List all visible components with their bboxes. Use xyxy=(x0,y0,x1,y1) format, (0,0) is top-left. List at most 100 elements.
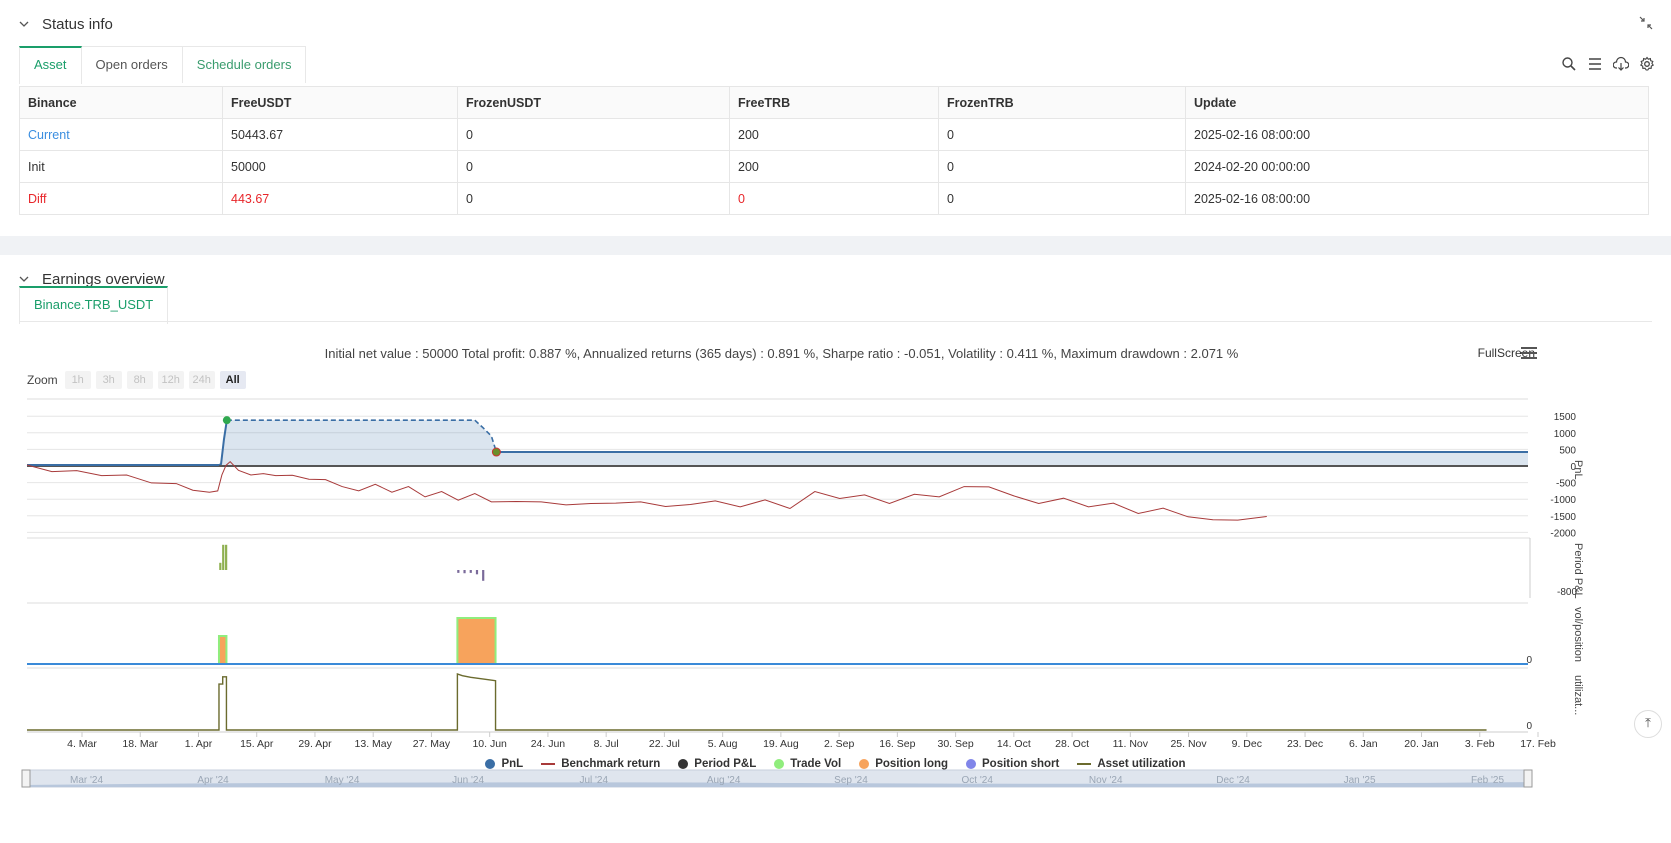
period-pnl-bar xyxy=(219,562,222,570)
x-tick-label: 20. Jan xyxy=(1404,738,1439,750)
table-cell: 0 xyxy=(938,150,1186,183)
sell-marker xyxy=(491,447,501,457)
pnl-line xyxy=(27,420,228,467)
navigator-tick-label: Nov '24 xyxy=(1089,775,1123,786)
benchmark-line xyxy=(26,460,1267,521)
collapse-arrows-icon[interactable] xyxy=(1639,16,1653,30)
position-long-block xyxy=(456,617,497,665)
navigator-handle-right xyxy=(1523,769,1533,788)
legend-position-short[interactable]: Position short xyxy=(966,758,1059,770)
legend-pnl[interactable]: PnL xyxy=(485,758,523,770)
x-tick-label: 13. May xyxy=(355,738,393,750)
y-tick-label: 1000 xyxy=(1554,429,1577,440)
table-cell: 0 xyxy=(457,182,730,215)
x-tick-label: 10. Jun xyxy=(472,738,507,750)
navigator-tick-label: Mar '24 xyxy=(70,775,103,786)
x-tick-label: 9. Dec xyxy=(1232,738,1262,750)
y-tick-label: -1500 xyxy=(1550,512,1576,523)
y-tick-label: 500 xyxy=(1559,445,1576,456)
table-cell: 0 xyxy=(938,118,1186,151)
col-header: FreeUSDT xyxy=(222,86,458,119)
x-tick-label: 22. Jul xyxy=(649,738,680,750)
x-tick-label: 5. Aug xyxy=(708,738,738,750)
y-axis-title: utilizat... xyxy=(1572,675,1584,715)
x-tick-label: 17. Feb xyxy=(1520,738,1556,750)
legend-period-pnl[interactable]: Period P&L xyxy=(678,758,756,770)
gear-icon[interactable] xyxy=(1639,56,1655,72)
col-header: Binance xyxy=(19,86,223,119)
navigator-tick-label: Jun '24 xyxy=(452,775,484,786)
table-row: Init 50000 0 200 0 2024-02-20 00:00:00 xyxy=(19,150,1649,183)
table-cell: 200 xyxy=(729,150,939,183)
table-row: Current 50443.67 0 200 0 2025-02-16 08:0… xyxy=(19,118,1649,151)
earnings-chart[interactable]: 150010005000-500-1000-1500-2000PnL-800Pe… xyxy=(0,255,1671,843)
status-info-panel: Status info Asset Open orders Schedule o… xyxy=(0,0,1671,236)
x-tick-label: 19. Aug xyxy=(763,738,799,750)
legend-asset-utilization[interactable]: Asset utilization xyxy=(1077,758,1186,770)
list-icon[interactable] xyxy=(1587,56,1603,72)
period-pnl-bar xyxy=(225,544,228,570)
y-tick-label: -1000 xyxy=(1550,495,1576,506)
period-pnl-bar xyxy=(457,570,460,573)
legend-trade-vol[interactable]: Trade Vol xyxy=(774,758,841,770)
x-tick-label: 27. May xyxy=(413,738,451,750)
table-cell: 2024-02-20 00:00:00 xyxy=(1185,150,1649,183)
x-tick-label: 8. Jul xyxy=(594,738,619,750)
tab-asset[interactable]: Asset xyxy=(19,46,82,84)
pnl-area xyxy=(27,420,1528,466)
x-tick-label: 28. Oct xyxy=(1055,738,1089,750)
period-pnl-bar xyxy=(222,544,225,570)
navigator-tick-label: Sep '24 xyxy=(834,775,868,786)
navigator-tick-label: Jan '25 xyxy=(1344,775,1376,786)
navigator-tick-label: May '24 xyxy=(325,775,360,786)
tab-open-orders[interactable]: Open orders xyxy=(81,46,183,83)
period-pnl-bar xyxy=(482,570,485,581)
x-tick-label: 11. Nov xyxy=(1113,738,1149,750)
table-cell: 0 xyxy=(457,150,730,183)
x-tick-label: 1. Apr xyxy=(185,738,213,750)
table-toolbar xyxy=(1561,56,1655,72)
x-tick-label: 15. Apr xyxy=(240,738,274,750)
legend-position-long[interactable]: Position long xyxy=(859,758,948,770)
table-row: Diff 443.67 0 0 0 2025-02-16 08:00:00 xyxy=(19,182,1649,215)
table-cell: 0 xyxy=(938,182,1186,215)
x-tick-label: 25. Nov xyxy=(1170,738,1207,750)
table-cell: 2025-02-16 08:00:00 xyxy=(1185,182,1649,215)
table-cell: 443.67 xyxy=(222,182,458,215)
y-axis-title: vol/position xyxy=(1572,607,1584,662)
x-tick-label: 23. Dec xyxy=(1287,738,1323,750)
earnings-overview-panel: Earnings overview Binance.TRB_USDT Initi… xyxy=(0,255,1671,843)
status-info-header[interactable]: Status info xyxy=(18,13,113,35)
status-tabs: Asset Open orders Schedule orders xyxy=(19,46,307,84)
row-label-diff: Diff xyxy=(19,182,223,215)
y-tick-label: 1500 xyxy=(1554,412,1577,423)
status-info-title: Status info xyxy=(42,15,113,33)
col-header: FreeTRB xyxy=(729,86,939,119)
scroll-top-button[interactable]: ⤒ xyxy=(1634,710,1662,738)
period-pnl-bar xyxy=(463,570,466,574)
table-cell: 200 xyxy=(729,118,939,151)
row-label-link[interactable]: Current xyxy=(19,118,223,151)
navigator-tick-label: Feb '25 xyxy=(1471,775,1504,786)
table-cell: 0 xyxy=(457,118,730,151)
y-tick-label: 0 xyxy=(1526,721,1532,732)
x-tick-label: 4. Mar xyxy=(67,738,97,750)
chevron-down-icon[interactable] xyxy=(18,18,30,30)
x-tick-label: 3. Feb xyxy=(1465,738,1495,750)
asset-utilization-line xyxy=(27,673,1487,731)
y-axis-title: PnL xyxy=(1572,460,1584,480)
cloud-download-icon[interactable] xyxy=(1613,56,1629,72)
table-cell: Init xyxy=(19,150,223,183)
y-axis-title: Period P&L xyxy=(1572,543,1584,599)
search-icon[interactable] xyxy=(1561,56,1577,72)
col-header: FrozenUSDT xyxy=(457,86,730,119)
navigator-tick-label: Aug '24 xyxy=(707,775,741,786)
legend-benchmark-return[interactable]: Benchmark return xyxy=(541,758,660,770)
asset-table: Binance FreeUSDT FrozenUSDT FreeTRB Froz… xyxy=(19,86,1649,215)
y-tick-label: -2000 xyxy=(1550,528,1576,539)
table-cell: 0 xyxy=(729,182,939,215)
chart-legend: PnL Benchmark return Period P&L Trade Vo… xyxy=(0,758,1671,770)
tab-schedule-orders[interactable]: Schedule orders xyxy=(182,46,307,83)
navigator-tick-label: Dec '24 xyxy=(1216,775,1250,786)
x-tick-label: 2. Sep xyxy=(824,738,855,750)
